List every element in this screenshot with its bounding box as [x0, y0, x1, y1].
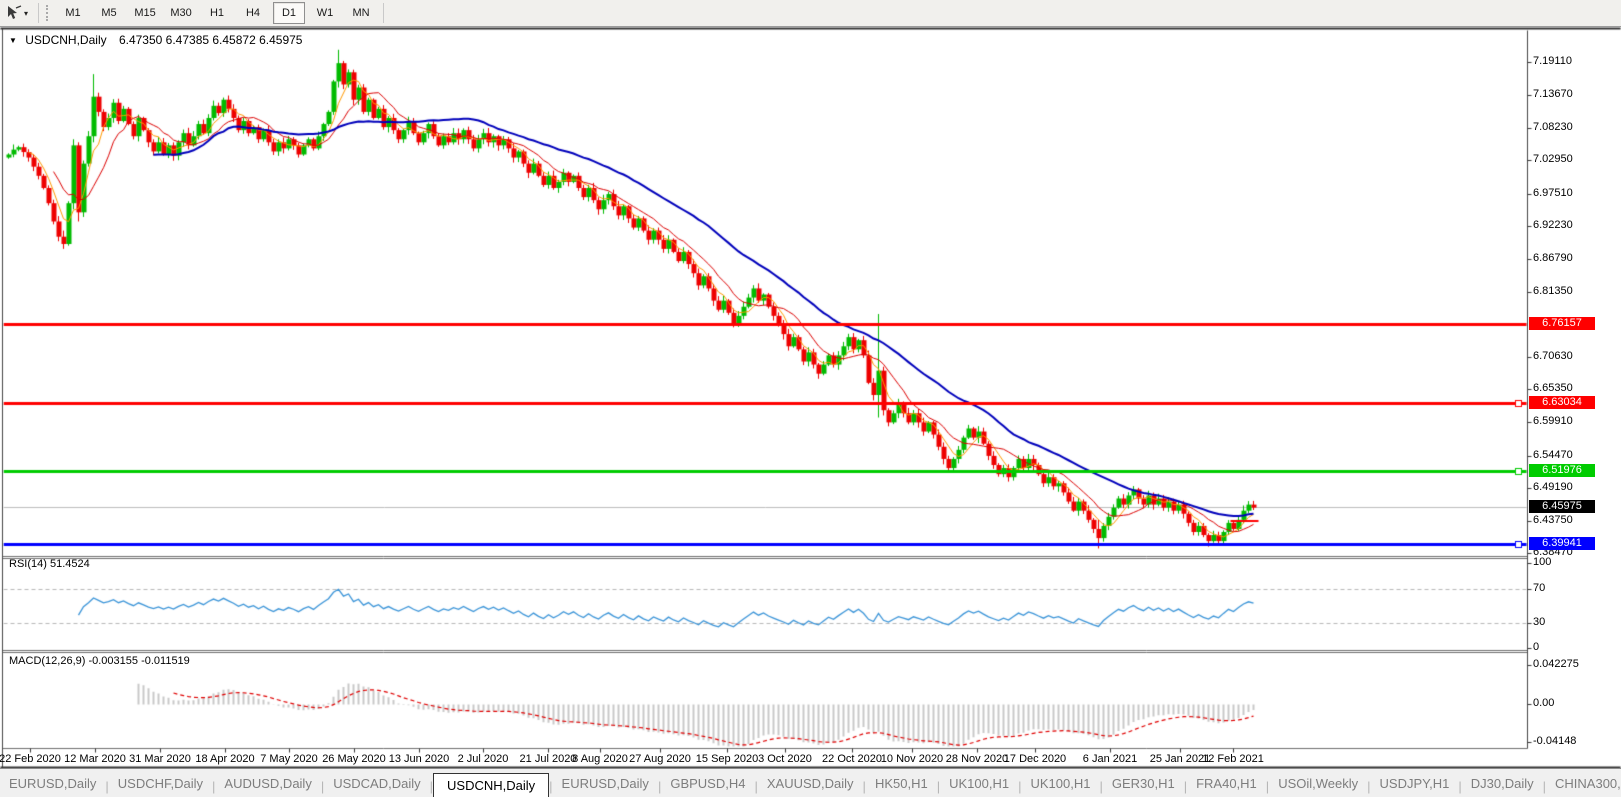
chart-tab-bar: EURUSD,Daily | USDCHF,Daily | AUDUSD,Daily | U… [0, 768, 1621, 797]
chart-tab-UK100H1[interactable]: UK100,H1 [940, 774, 1018, 794]
price-axis-tick: 7.02950 [1533, 153, 1573, 165]
macd-axis-tick: 0.042275 [1533, 658, 1579, 670]
price-axis-tick: 6.86790 [1533, 252, 1573, 264]
chart-tab-HK50H1[interactable]: HK50,H1 [866, 774, 937, 794]
toolbar-separator [383, 3, 385, 23]
timeframe-button-H4[interactable]: H4 [237, 2, 269, 24]
timeframe-button-M30[interactable]: M30 [165, 2, 197, 24]
rsi-axis-tick: 70 [1533, 582, 1546, 594]
chart-tab-EURUSDDaily[interactable]: EURUSD,Daily [0, 774, 105, 794]
rsi-axis-tick: 0 [1533, 641, 1540, 653]
rsi-axis-tick: 100 [1533, 556, 1552, 568]
timeframe-button-M5[interactable]: M5 [93, 2, 125, 24]
price-axis-tick: 6.97510 [1533, 187, 1573, 199]
chart-tab-FRA40H1[interactable]: FRA40,H1 [1187, 774, 1266, 794]
timeframe-button-W1[interactable]: W1 [309, 2, 341, 24]
price-line-label[interactable]: 6.63034 [1529, 396, 1595, 409]
price-axis-tick: 6.92230 [1533, 219, 1573, 231]
price-axis-tick: 6.70630 [1533, 350, 1573, 362]
chart-tab-DJ30Daily[interactable]: DJ30,Daily [1462, 774, 1543, 794]
mt4-window: ▾ M1 M5 M15 M30 H1 H4 D1 W1 MN ▼ USDCNH,Daily 6.… [0, 0, 1621, 797]
chart-tab-XAUUSDDaily[interactable]: XAUUSD,Daily [758, 774, 863, 794]
price-axis-tick: 7.13670 [1533, 88, 1573, 100]
macd-axis-tick: -0.04148 [1533, 735, 1577, 747]
price-axis-tick: 7.08230 [1533, 121, 1573, 133]
toolbar: ▾ M1 M5 M15 M30 H1 H4 D1 W1 MN [0, 0, 1621, 27]
macd-axis-tick: 0.00 [1533, 697, 1555, 709]
price-axis-tick: 7.19110 [1533, 55, 1572, 67]
toolbar-drag-grip[interactable] [46, 5, 49, 21]
timeframe-button-group: M1 M5 M15 M30 H1 H4 D1 W1 MN [55, 2, 379, 24]
rsi-label: RSI(14) 51.4524 [9, 558, 90, 570]
tab-items: EURUSD,Daily | USDCHF,Daily | AUDUSD,Daily | U… [0, 773, 1621, 797]
rsi-axis-tick: 30 [1533, 616, 1546, 628]
price-line-label[interactable]: 6.76157 [1529, 317, 1595, 330]
cursor-tool-icon[interactable] [5, 5, 23, 21]
timeframe-button-D1[interactable]: D1 [273, 2, 306, 24]
date-axis-label: 12 Feb 2021 [1202, 753, 1264, 765]
chart-tab-GER30H1[interactable]: GER30,H1 [1103, 774, 1184, 794]
chart-tab-CHINA300H1[interactable]: CHINA300,H1 [1546, 774, 1621, 794]
price-line-label[interactable]: 6.51976 [1529, 464, 1595, 477]
chart-title: ▼ USDCNH,Daily 6.47350 6.47385 6.45872 6… [9, 33, 302, 47]
price-axis-tick: 6.43750 [1533, 514, 1573, 526]
chart-tab-EURUSDDaily[interactable]: EURUSD,Daily [553, 774, 658, 794]
price-axis-tick: 6.54470 [1533, 449, 1573, 461]
toolbar-separator [38, 3, 40, 23]
price-axis-tick: 6.81350 [1533, 285, 1573, 297]
price-line-label[interactable]: 6.39941 [1529, 537, 1595, 550]
price-axis-tick: 6.49190 [1533, 481, 1573, 493]
timeframe-button-M1[interactable]: M1 [57, 2, 89, 24]
timeframe-button-H1[interactable]: H1 [201, 2, 233, 24]
current-price-label: 6.45975 [1529, 500, 1595, 513]
chart-tab-GBPUSDH4[interactable]: GBPUSD,H4 [661, 774, 754, 794]
date-axis-label: 17 Dec 2020 [1003, 753, 1067, 765]
chart-tab-USDCHFDaily[interactable]: USDCHF,Daily [109, 774, 212, 794]
chart-ohlc-quote: 6.47350 6.47385 6.45872 6.45975 [118, 33, 303, 47]
tool-dropdown-caret[interactable]: ▾ [24, 9, 28, 18]
timeframe-button-MN[interactable]: MN [345, 2, 377, 24]
chart-tab-USOilWeekly[interactable]: USOil,Weekly [1269, 774, 1367, 794]
chart-symbol: USDCNH,Daily [25, 33, 107, 47]
price-axis-tick: 6.59910 [1533, 415, 1573, 427]
chart-tab-USDJPYH1[interactable]: USDJPY,H1 [1371, 774, 1459, 794]
chart-canvas[interactable] [0, 0, 1621, 797]
chart-tab-USDCNHDaily[interactable]: USDCNH,Daily [433, 773, 550, 797]
chart-tab-AUDUSDDaily[interactable]: AUDUSD,Daily [215, 774, 320, 794]
macd-label: MACD(12,26,9) -0.003155 -0.011519 [9, 655, 190, 667]
collapse-arrow-icon[interactable]: ▼ [9, 36, 17, 45]
price-axis-tick: 6.65350 [1533, 382, 1573, 394]
chart-tab-UK100H1[interactable]: UK100,H1 [1021, 774, 1099, 794]
timeframe-button-M15[interactable]: M15 [129, 2, 161, 24]
chart-tab-USDCADDaily[interactable]: USDCAD,Daily [324, 774, 429, 794]
